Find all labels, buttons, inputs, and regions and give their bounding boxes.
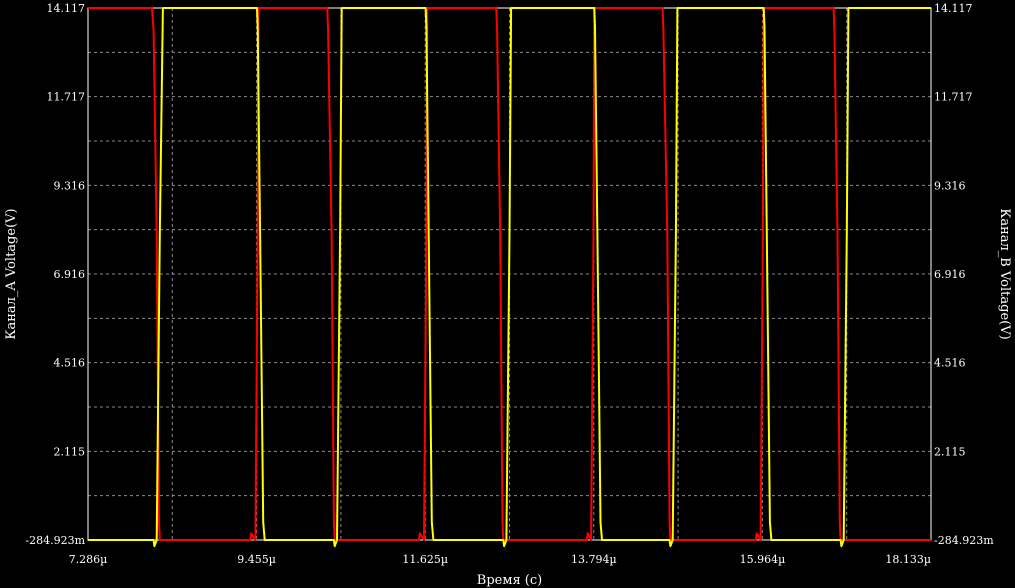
x-tick-label: 11.625µ [402, 553, 448, 566]
left-y-tick-label: 2.115 [54, 445, 86, 458]
left-y-tick-label: 4.516 [54, 357, 86, 370]
right-y-tick-label: 4.516 [934, 357, 966, 370]
left-y-axis-title: Канал_A Voltage(V) [4, 208, 19, 339]
x-tick-label: 13.794µ [571, 553, 617, 566]
right-y-tick-label: 14.117 [934, 2, 973, 15]
left-y-tick-label: 9.316 [54, 179, 86, 192]
right-y-tick-label: 2.115 [934, 445, 966, 458]
right-y-tick-label: 6.916 [934, 268, 966, 281]
right-y-tick-label: 9.316 [934, 179, 966, 192]
right-y-axis-title: Канал_B Voltage(V) [997, 208, 1012, 339]
left-y-tick-label: -284.923m [25, 534, 85, 547]
left-y-tick-label: 11.717 [47, 91, 86, 104]
left-y-tick-label: 14.117 [47, 2, 86, 15]
x-axis-title: Время (с) [477, 573, 542, 588]
x-tick-label: 7.286µ [69, 553, 108, 566]
x-tick-label: 15.964µ [740, 553, 786, 566]
oscilloscope-plot: -284.923m -284.923m 2.115 2.115 4.516 4.516 6.… [4, 2, 1012, 588]
right-y-tick-label: -284.923m [934, 534, 994, 547]
right-y-tick-label: 11.717 [934, 91, 973, 104]
left-y-tick-label: 6.916 [54, 268, 86, 281]
x-tick-label: 9.455µ [237, 553, 276, 566]
x-tick-label: 18.133µ [885, 553, 931, 566]
